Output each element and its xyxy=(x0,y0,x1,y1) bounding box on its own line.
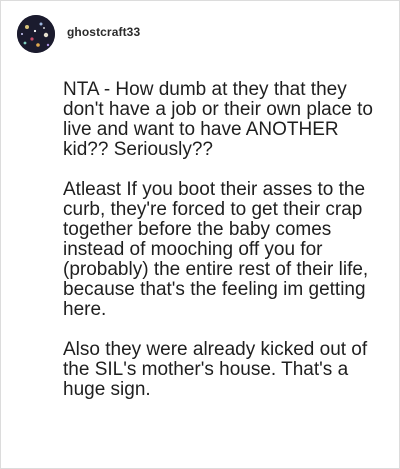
comment-card: ghostcraft33 NTA - How dumb at they that… xyxy=(0,0,400,469)
avatar-image xyxy=(17,15,55,53)
comment-header: ghostcraft33 xyxy=(17,15,140,53)
comment-paragraph: Atleast If you boot their asses to the c… xyxy=(63,179,369,320)
comment-paragraph: Also they were already kicked out of the… xyxy=(63,339,368,400)
user-avatar-icon[interactable] xyxy=(17,15,55,53)
username-link[interactable]: ghostcraft33 xyxy=(67,25,140,39)
comment-body: NTA - How dumb at they that they don't h… xyxy=(63,80,381,420)
comment-paragraph: NTA - How dumb at they that they don't h… xyxy=(63,79,373,160)
